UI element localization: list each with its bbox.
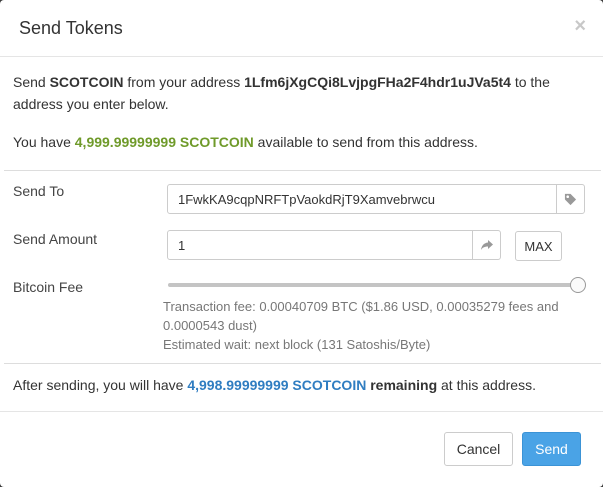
intro-line2: address you enter below. — [13, 96, 169, 112]
bitcoin-fee-label: Bitcoin Fee — [13, 279, 84, 295]
intro-address: 1Lfm6jXgCQi8LvjpgFHa2F4hdr1uJVa5t4 — [244, 74, 511, 90]
intro-text: Send SCOTCOIN from your address 1Lfm6jXg… — [13, 71, 593, 115]
send-button[interactable]: Send — [522, 432, 581, 466]
cancel-button[interactable]: Cancel — [444, 432, 513, 466]
close-icon[interactable]: × — [574, 14, 586, 38]
fee-line2: 0.0000543 dust) — [163, 318, 257, 333]
after-bold: remaining — [366, 377, 438, 393]
share-icon[interactable] — [472, 231, 500, 259]
after-amount: 4,998.99999999 SCOTCOIN — [187, 377, 367, 393]
fee-slider-thumb[interactable] — [570, 277, 586, 293]
balance-amount: 4,999.99999999 SCOTCOIN — [74, 134, 254, 150]
balance-prefix: You have — [13, 134, 75, 150]
send-to-group — [167, 184, 585, 214]
fee-slider-track[interactable] — [168, 283, 578, 287]
send-amount-input[interactable] — [168, 231, 472, 259]
after-prefix: After sending, you will have — [13, 377, 188, 393]
form-bottom-divider — [4, 363, 601, 364]
dialog-title: Send Tokens — [19, 18, 123, 38]
after-suffix: at this address. — [437, 377, 536, 393]
balance-suffix: available to send from this address. — [253, 134, 478, 150]
intro-part2: from your address — [123, 74, 245, 90]
send-amount-label: Send Amount — [13, 231, 98, 247]
send-to-label: Send To — [13, 183, 65, 199]
max-button[interactable]: MAX — [515, 231, 562, 261]
tag-icon[interactable] — [556, 185, 584, 213]
balance-text: You have 4,999.99999999 SCOTCOIN availab… — [13, 131, 478, 153]
fee-line3: Estimated wait: next block (131 Satoshis… — [163, 337, 431, 352]
dialog-footer: Cancel Send — [0, 411, 603, 487]
intro-part1: Send — [13, 74, 50, 90]
fee-line1: Transaction fee: 0.00040709 BTC ($1.86 U… — [163, 299, 559, 314]
dialog-header: Send Tokens × — [0, 0, 603, 57]
send-to-input[interactable] — [168, 185, 556, 213]
fee-details: Transaction fee: 0.00040709 BTC ($1.86 U… — [163, 297, 583, 354]
form-top-divider — [4, 170, 601, 171]
after-send-text: After sending, you will have 4,998.99999… — [13, 374, 536, 396]
intro-part3: to the — [510, 74, 550, 90]
intro-asset: SCOTCOIN — [49, 74, 124, 90]
send-amount-group — [167, 230, 501, 260]
send-tokens-dialog: Send Tokens × Send SCOTCOIN from your ad… — [0, 0, 603, 487]
